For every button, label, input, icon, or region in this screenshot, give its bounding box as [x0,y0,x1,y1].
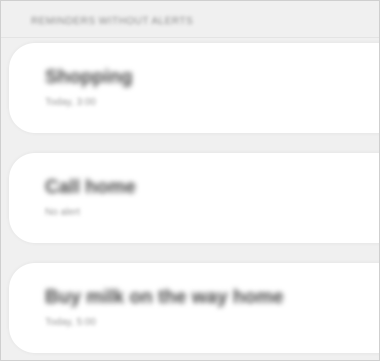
reminder-subtitle: Today, 5:00 [45,317,96,328]
reminder-title: Call home [45,177,136,198]
reminder-card-buy-milk[interactable]: Buy milk on the way home Today, 5:00 [9,263,379,353]
reminder-title: Buy milk on the way home [45,287,284,308]
section-header: Reminders without alerts [31,16,194,27]
reminder-subtitle: Today, 3:00 [45,97,96,108]
reminders-screen: Reminders without alerts Shopping Today,… [0,0,380,361]
reminder-card-call-home[interactable]: Call home No alert [9,153,379,243]
reminder-subtitle: No alert [45,207,81,218]
divider [1,37,379,38]
reminder-list: Shopping Today, 3:00 Call home No alert … [9,43,379,360]
reminder-title: Shopping [45,67,133,88]
reminder-card-shopping[interactable]: Shopping Today, 3:00 [9,43,379,133]
